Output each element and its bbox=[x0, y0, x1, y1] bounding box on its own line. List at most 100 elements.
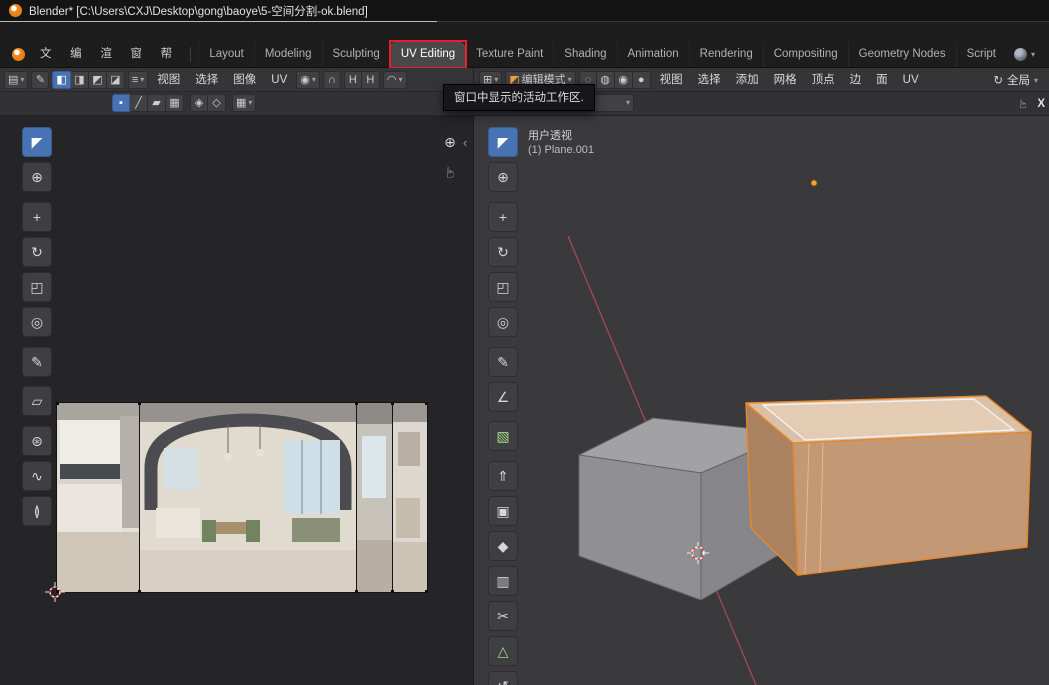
vp-menu-select[interactable]: 选择 bbox=[692, 68, 727, 92]
uv-select-face-button[interactable]: ▰ bbox=[148, 94, 166, 112]
zoom-button[interactable]: ⊕ bbox=[439, 131, 461, 153]
uv-select-edge-button[interactable]: ╱ bbox=[130, 94, 148, 112]
uv-tool-scale[interactable]: ◰ bbox=[22, 272, 52, 302]
uv-tool-rip-region[interactable]: ▱ bbox=[22, 386, 52, 416]
app-menu-button[interactable] bbox=[6, 42, 31, 67]
transform-tool-icon: ◎ bbox=[31, 314, 43, 331]
pan-hand-icon[interactable]: ☞ bbox=[1016, 99, 1030, 109]
uv-menu-image[interactable]: 图像 bbox=[227, 68, 262, 92]
uv-menu-select[interactable]: 选择 bbox=[189, 68, 224, 92]
uv-menu-view[interactable]: 视图 bbox=[151, 68, 186, 92]
uv-sticky-button-2[interactable]: ◇ bbox=[208, 94, 226, 112]
tab-sculpting[interactable]: Sculpting bbox=[322, 42, 390, 67]
tab-texture-paint[interactable]: Texture Paint bbox=[465, 42, 553, 67]
vp-menu-add[interactable]: 添加 bbox=[730, 68, 765, 92]
vp-menu-uv[interactable]: UV bbox=[897, 68, 925, 92]
uv-tool-pinch[interactable]: ≬ bbox=[22, 496, 52, 526]
vp-tool-add-cube[interactable]: ▧ bbox=[488, 421, 518, 451]
uv-falloff-dropdown[interactable]: ◠ ▾ bbox=[383, 71, 407, 89]
poly-build-tool-icon: △ bbox=[498, 643, 509, 660]
viewport-3d[interactable]: 用户透视 (1) Plane.001 ◤ ⊕ + ↻ ◰ ◎ ✎ ∠ ▧ ⇑ ▣… bbox=[473, 116, 1049, 685]
vp-tool-knife[interactable]: ✂ bbox=[488, 601, 518, 631]
cube-selected-front-face[interactable] bbox=[793, 432, 1031, 575]
uv-tool-annotate[interactable]: ✎ bbox=[22, 347, 52, 377]
uv-sticky-button-1[interactable]: ◈ bbox=[190, 94, 208, 112]
vp-tool-cursor[interactable]: ⊕ bbox=[488, 162, 518, 192]
uv-image-canvas[interactable] bbox=[56, 402, 428, 593]
uv-select-vertex-button[interactable]: ▪ bbox=[112, 94, 130, 112]
uv-display-button-2[interactable]: ◨ bbox=[71, 71, 89, 89]
tab-rendering[interactable]: Rendering bbox=[689, 42, 763, 67]
tab-shading[interactable]: Shading bbox=[553, 42, 616, 67]
vp-tool-rotate[interactable]: ↻ bbox=[488, 237, 518, 267]
tab-uv-editing[interactable]: UV Editing bbox=[390, 42, 465, 67]
uv-tool-transform[interactable]: ◎ bbox=[22, 307, 52, 337]
menu-window[interactable]: 窗口 bbox=[121, 42, 151, 67]
uv-tool-grab[interactable]: ⊛ bbox=[22, 426, 52, 456]
shading-button-4[interactable]: ● bbox=[633, 71, 651, 89]
vp-tool-extrude-region[interactable]: ⇑ bbox=[488, 461, 518, 491]
vp-menu-vertex[interactable]: 顶点 bbox=[806, 68, 841, 92]
vp-menu-edge[interactable]: 边 bbox=[844, 68, 868, 92]
tab-geometry-nodes[interactable]: Geometry Nodes bbox=[848, 42, 956, 67]
uv-select-island-button[interactable]: ▦ bbox=[166, 94, 184, 112]
tab-animation[interactable]: Animation bbox=[617, 42, 689, 67]
vp-tool-inset-faces[interactable]: ▣ bbox=[488, 496, 518, 526]
vp-menu-face[interactable]: 面 bbox=[870, 68, 894, 92]
vp-tool-loop-cut[interactable]: ▥ bbox=[488, 566, 518, 596]
menu-help[interactable]: 帮助 bbox=[152, 42, 182, 67]
uv-tool-tweak-select[interactable]: ◤ bbox=[22, 127, 52, 157]
vp-tool-scale[interactable]: ◰ bbox=[488, 272, 518, 302]
shading-button-3[interactable]: ◉ bbox=[615, 71, 633, 89]
scene-selector[interactable]: ▾ bbox=[1006, 42, 1043, 67]
transform-tool-icon: ◎ bbox=[497, 314, 509, 331]
uv-layers-dropdown[interactable]: ≡ ▾ bbox=[128, 71, 148, 89]
uv-proportional-button-1[interactable]: H bbox=[344, 71, 362, 89]
vp-tool-poly-build[interactable]: △ bbox=[488, 636, 518, 666]
chevron-down-icon: ▾ bbox=[1034, 76, 1038, 85]
vp-tool-move[interactable]: + bbox=[488, 202, 518, 232]
vp-menu-view[interactable]: 视图 bbox=[654, 68, 689, 92]
shading-button-2[interactable]: ◍ bbox=[597, 71, 615, 89]
menu-render[interactable]: 渲染 bbox=[91, 42, 121, 67]
menu-tab-separator bbox=[190, 47, 191, 62]
region-collapse-arrow[interactable]: ‹ bbox=[463, 135, 467, 150]
cube-plain-left-face[interactable] bbox=[579, 455, 701, 600]
vp-tool-spin[interactable]: ↺ bbox=[488, 671, 518, 685]
gizmo-x-axis-label[interactable]: X bbox=[1037, 98, 1045, 110]
cube-selected[interactable] bbox=[746, 396, 1031, 575]
vp-tool-bevel[interactable]: ◆ bbox=[488, 531, 518, 561]
uv-image-dropdown[interactable]: ▦ ▾ bbox=[232, 94, 256, 112]
tab-layout[interactable]: Layout bbox=[198, 42, 254, 67]
uv-display-button-3[interactable]: ◩ bbox=[89, 71, 107, 89]
menu-file[interactable]: 文件 bbox=[31, 42, 61, 67]
pan-button[interactable]: ☞ bbox=[439, 161, 461, 183]
vp-tool-annotate[interactable]: ✎ bbox=[488, 347, 518, 377]
uv-snap-toggle[interactable]: ∩ bbox=[323, 71, 341, 89]
vp-menu-mesh[interactable]: 网格 bbox=[768, 68, 803, 92]
tab-script[interactable]: Script bbox=[956, 42, 1006, 67]
uv-menu-uv[interactable]: UV bbox=[265, 68, 293, 92]
uv-proportional-button-2[interactable]: H bbox=[362, 71, 380, 89]
uv-tool-rotate[interactable]: ↻ bbox=[22, 237, 52, 267]
menu-edit[interactable]: 编辑 bbox=[61, 42, 91, 67]
uv-display-button-1[interactable]: ◧ bbox=[52, 71, 70, 89]
cursor-tool-icon: ⊕ bbox=[497, 169, 509, 186]
vp-tool-measure[interactable]: ∠ bbox=[488, 382, 518, 412]
uv-tool-cursor[interactable]: ⊕ bbox=[22, 162, 52, 192]
transform-orientation-dropdown[interactable]: ↻ 全局 ▾ bbox=[987, 72, 1044, 88]
tab-modeling[interactable]: Modeling bbox=[254, 42, 322, 67]
vp-tool-tweak-select[interactable]: ◤ bbox=[488, 127, 518, 157]
annotate-tool-icon: ✎ bbox=[497, 354, 509, 371]
uv-editor-type-button[interactable]: ▤ ▾ bbox=[4, 71, 28, 89]
tab-compositing[interactable]: Compositing bbox=[763, 42, 848, 67]
uv-display-button-4[interactable]: ◪ bbox=[107, 71, 125, 89]
vp-tool-transform[interactable]: ◎ bbox=[488, 307, 518, 337]
viewport-3d-scene[interactable] bbox=[474, 116, 1049, 685]
viewport-object-label: (1) Plane.001 bbox=[528, 144, 594, 156]
uv-editor[interactable]: ◤ ⊕ + ↻ ◰ ◎ ✎ ▱ ⊛ ∿ ≬ ⊕ ☞ ‹ bbox=[0, 116, 473, 685]
uv-brush-button[interactable]: ✎ bbox=[31, 71, 49, 89]
uv-tool-relax[interactable]: ∿ bbox=[22, 461, 52, 491]
uv-pivot-dropdown[interactable]: ◉ ▾ bbox=[296, 71, 320, 89]
uv-tool-move[interactable]: + bbox=[22, 202, 52, 232]
